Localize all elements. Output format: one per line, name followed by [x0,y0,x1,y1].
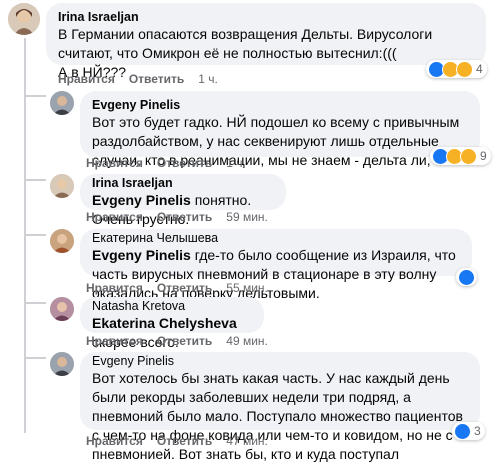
mention-link[interactable]: Evgeny Pinelis [92,192,191,208]
reply-button[interactable]: Ответить [157,434,212,448]
comment-time[interactable]: 47 мин. [226,434,268,448]
sad-icon [456,60,473,78]
comment-author[interactable]: Evgeny Pinelis [92,97,468,113]
reply-button[interactable]: Ответить [157,210,212,224]
comment-author[interactable]: Irina Israeljan [58,9,474,25]
comment-actions: Нравится Ответить 1 ч. [58,72,218,86]
reply-button[interactable]: Ответить [129,72,184,86]
avatar[interactable] [8,3,40,35]
comment-author[interactable]: Irina Israeljan [92,175,274,191]
sad-icon [460,147,477,165]
mention-link[interactable]: Ekaterina Chelysheva [92,315,237,331]
comment-actions: Нравится Ответить 1 ч. [86,156,246,170]
avatar[interactable] [50,352,74,376]
reply-connector [24,234,46,236]
comment-text: Вот хотелось бы знать какая часть. У нас… [92,370,463,462]
comment-bubble: Evgeny Pinelis Вот это будет гадко. НЙ п… [80,91,480,187]
avatar[interactable] [50,229,74,253]
reaction-count: 9 [480,149,487,163]
comment-actions: Нравится Ответить 47 мин. [86,434,268,448]
comment-author[interactable]: Natasha Kretova [92,298,252,314]
comment-time[interactable]: 49 мин. [226,334,268,348]
like-icon [454,422,471,440]
reactions-summary[interactable]: 9 [430,147,491,165]
reaction-count: 4 [476,62,483,76]
reply-connector [24,302,46,304]
reply-connector [24,95,46,97]
reply-button[interactable]: Ответить [157,156,212,170]
reaction-count: 3 [474,424,481,438]
reactions-summary[interactable] [456,268,477,286]
comment-time[interactable]: 55 мин. [226,281,268,295]
reactions-summary[interactable]: 4 [426,60,487,78]
comment-bubble: Natasha Kretova Ekaterina Chelysheva ско… [80,297,264,350]
avatar[interactable] [50,91,74,115]
avatar[interactable] [50,174,74,198]
comment-time[interactable]: 1 ч. [198,72,218,86]
comment-author[interactable]: Екатерина Челышева [92,230,460,246]
reply-button[interactable]: Ответить [157,281,212,295]
comment-bubble: Irina Israeljan Evgeny Pinelis понятно. … [80,174,286,227]
like-button[interactable]: Нравится [58,72,115,86]
like-button[interactable]: Нравится [86,281,143,295]
comment-actions: Нравится Ответить 59 мин. [86,210,268,224]
like-button[interactable]: Нравится [86,334,143,348]
avatar[interactable] [50,297,74,321]
like-button[interactable]: Нравится [86,156,143,170]
mention-link[interactable]: Evgeny Pinelis [92,247,191,263]
comment-actions: Нравится Ответить 49 мин. [86,334,268,348]
comment-time[interactable]: 1 ч. [226,156,246,170]
comment-author[interactable]: Evgeny Pinelis [92,353,468,369]
comment-bubble: Irina Israeljan В Германии опасаются воз… [46,3,486,80]
reply-connector [24,357,46,359]
like-button[interactable]: Нравится [86,434,143,448]
reply-button[interactable]: Ответить [157,334,212,348]
like-icon [458,268,475,286]
reply-connector [24,179,46,181]
comment-time[interactable]: 59 мин. [226,210,268,224]
comment-bubble: Екатерина Челышева Evgeny Pinelis где-то… [80,229,472,301]
comment-actions: Нравится Ответить 55 мин. [86,281,268,295]
comment-bubble: Evgeny Pinelis Вот хотелось бы знать как… [80,352,480,462]
reactions-summary[interactable]: 3 [452,422,485,440]
like-button[interactable]: Нравится [86,210,143,224]
